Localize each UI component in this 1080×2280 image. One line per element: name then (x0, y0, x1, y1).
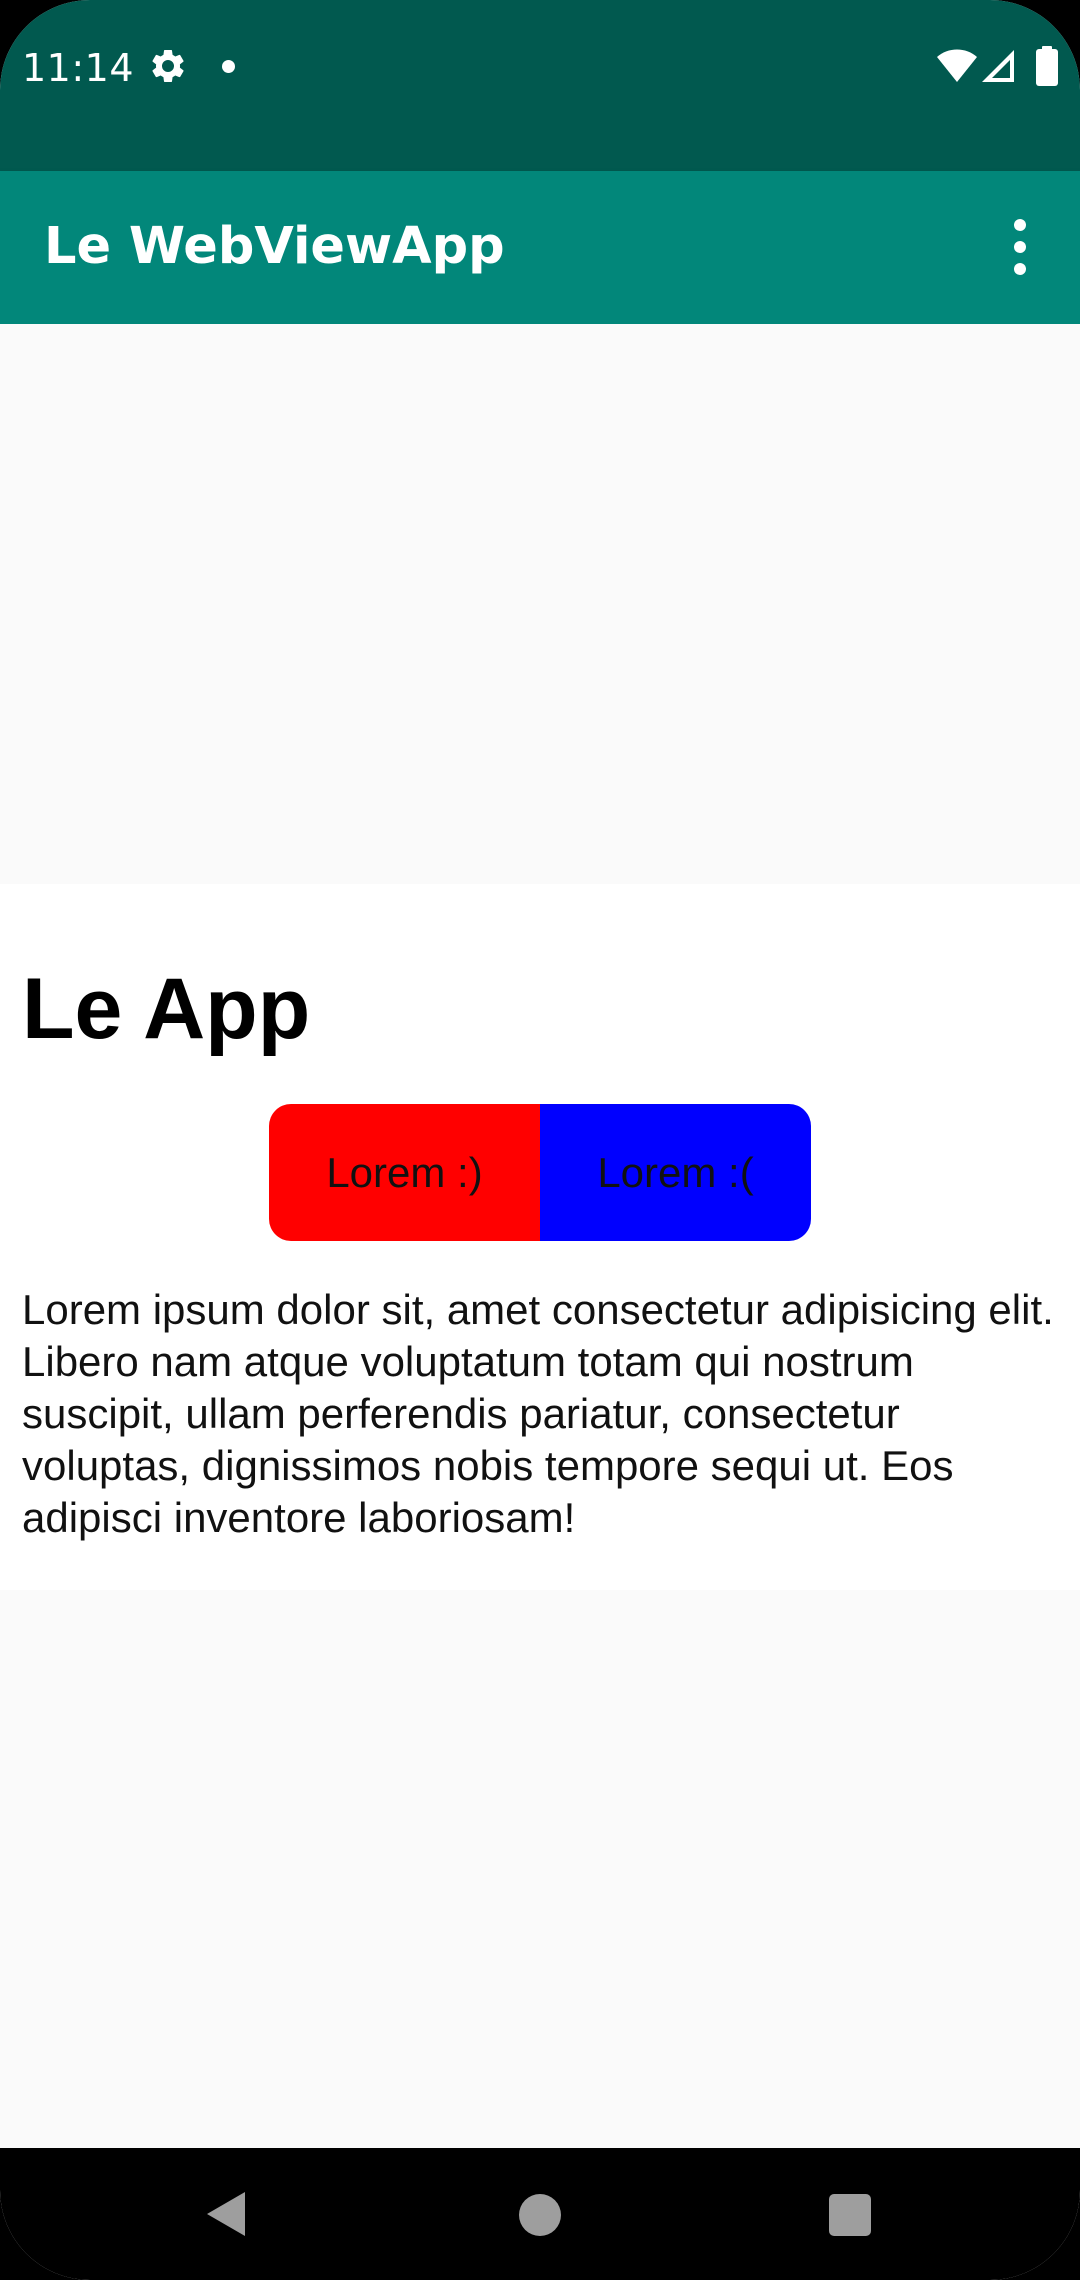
body-paragraph: Lorem ipsum dolor sit, amet consectetur … (22, 1286, 1054, 1541)
home-icon[interactable] (519, 2194, 561, 2236)
webview[interactable]: Le App Lorem :) Lorem :( Lorem ipsum dol… (0, 324, 1080, 2148)
navigation-bar (0, 2148, 1080, 2280)
lorem-sad-button[interactable]: Lorem :( (540, 1104, 811, 1241)
lorem-happy-button[interactable]: Lorem :) (269, 1104, 540, 1241)
recents-icon[interactable] (829, 2194, 871, 2236)
notification-dot-icon (222, 60, 235, 73)
status-bar: 11:14 (0, 0, 1080, 171)
back-icon[interactable] (205, 2190, 247, 2238)
button-group: Lorem :) Lorem :( (269, 1104, 811, 1241)
wifi-icon (937, 49, 977, 82)
content-card: Le App Lorem :) Lorem :( Lorem ipsum dol… (0, 884, 1080, 1590)
menu-dot (1014, 241, 1026, 253)
app-title: Le WebViewApp (44, 217, 505, 276)
battery-icon (1036, 46, 1058, 86)
app-bar: Le WebViewApp (0, 171, 1080, 324)
menu-dot (1014, 263, 1026, 275)
status-time: 11:14 (22, 46, 135, 90)
page-heading: Le App (22, 961, 311, 1057)
cell-signal-icon (982, 50, 1014, 82)
more-vert-icon[interactable] (1000, 213, 1040, 281)
gear-icon (152, 49, 184, 82)
phone-screen: 11:14 Le WebViewApp Le App Lorem :) Lore… (0, 0, 1080, 2280)
menu-dot (1014, 219, 1026, 231)
